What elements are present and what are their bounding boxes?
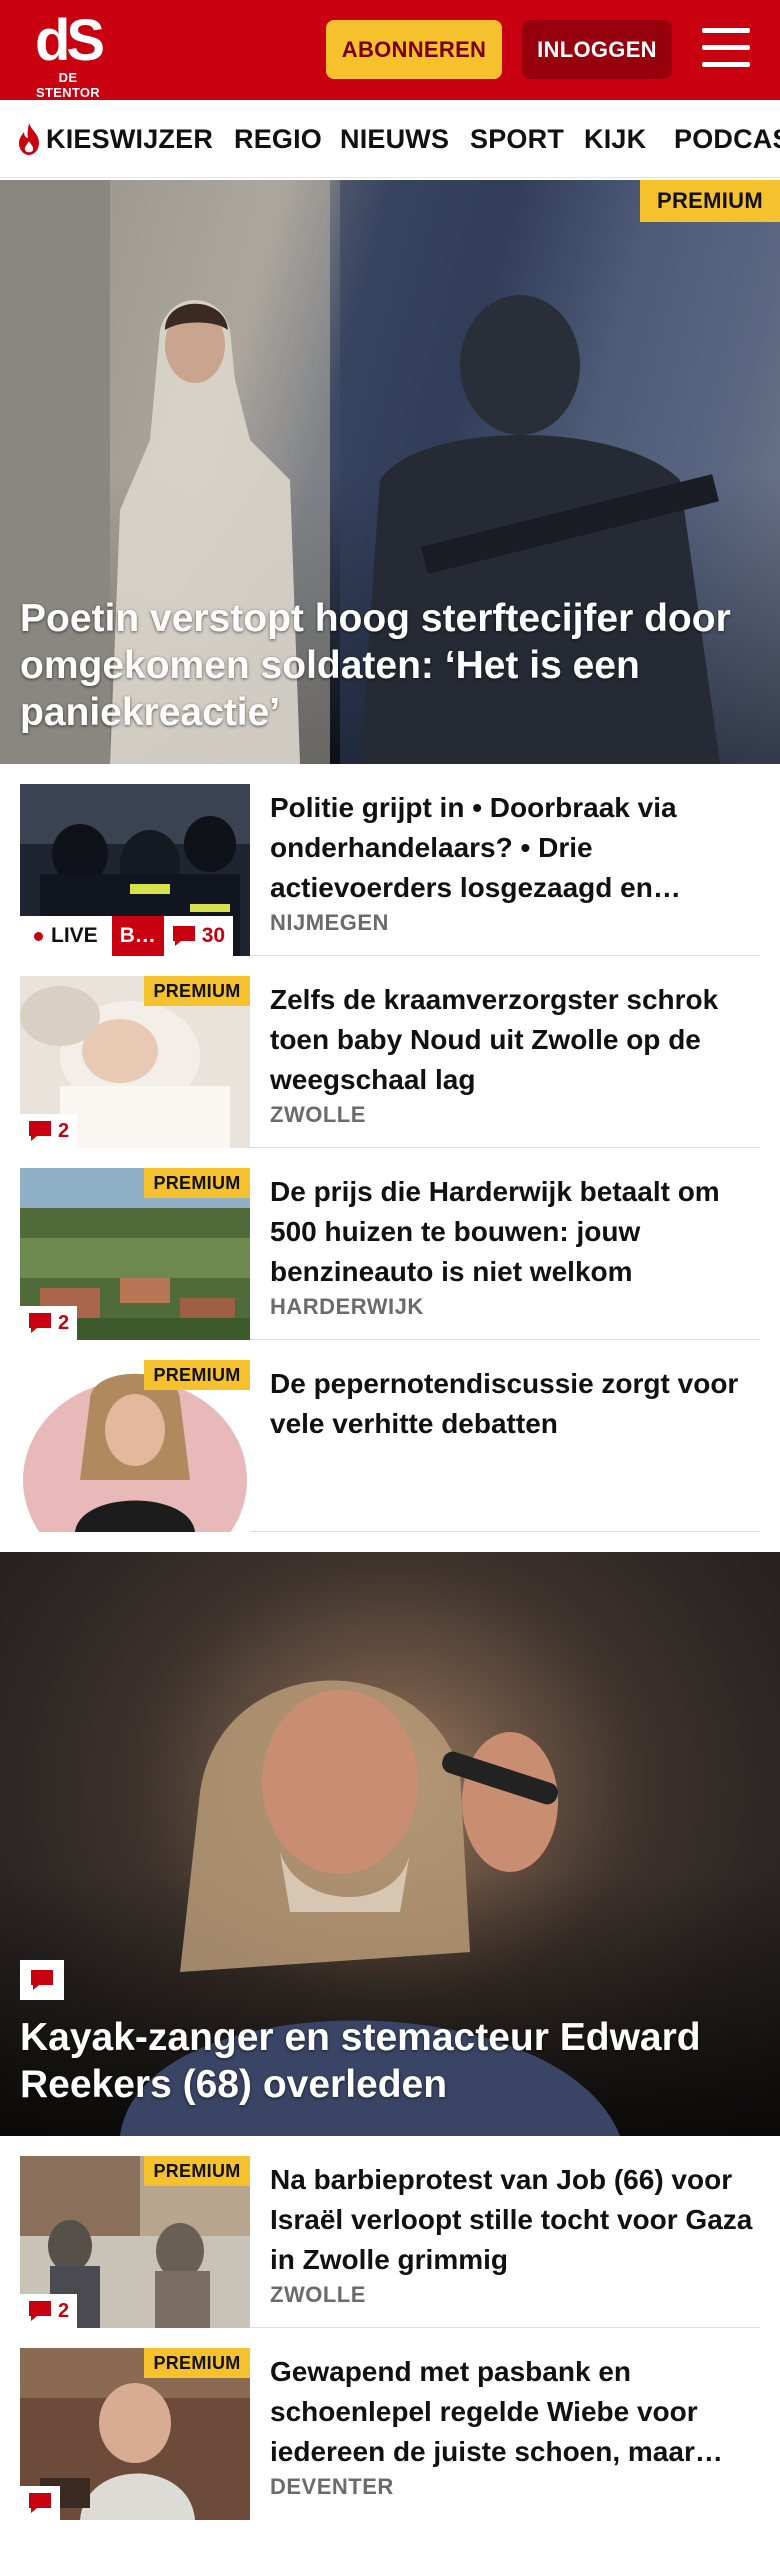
list-item[interactable]: PREMIUM De pepernotendiscussie zorgt voo…: [20, 1360, 760, 1532]
nav-label: NIEUWS: [340, 123, 450, 154]
list-item[interactable]: PREMIUM Gewapend met pasbank en schoenle…: [20, 2348, 760, 2520]
article-title[interactable]: De pepernotendiscussie zorgt voor vele v…: [270, 1364, 760, 1444]
nav-label: SPORT: [470, 123, 565, 154]
article-location: NIJMEGEN: [270, 910, 389, 935]
comment-count-value: 2: [58, 1311, 70, 1334]
nav-item-kieswijzer[interactable]: KIESWIJZER: [16, 100, 214, 177]
feature-article[interactable]: Kayak-zanger en stemacteur Edward Reeker…: [0, 1552, 780, 2136]
hero-title[interactable]: Poetin verstopt hoog sterftecijfer door …: [20, 595, 765, 736]
comment-icon: [29, 2493, 51, 2513]
article-location: ZWOLLE: [270, 2282, 366, 2307]
comment-icon: [172, 926, 195, 946]
list-item[interactable]: LIVE B… 30 Politie grijpt in • Doorbraak…: [20, 784, 760, 956]
hero-article[interactable]: PREMIUM Poetin verstopt hoog sterftecijf…: [0, 180, 780, 764]
nav-item-nieuws[interactable]: NIEUWS: [340, 100, 450, 177]
article-title[interactable]: Na barbieprotest van Job (66) voor Israë…: [270, 2160, 760, 2280]
section-nav: KIESWIJZER REGIO NIEUWS SPORT KIJK PODCA…: [0, 100, 780, 178]
list-item[interactable]: PREMIUM 2 Na barbieprotest van Job (66) …: [20, 2156, 760, 2328]
article-thumbnail: PREMIUM 2: [20, 1168, 250, 1340]
nav-label: KIJK: [584, 123, 647, 154]
comment-count: 2: [20, 1306, 78, 1340]
list-item[interactable]: PREMIUM 2 De prijs die Harderwijk betaal…: [20, 1168, 760, 1340]
live-dot-icon: [34, 931, 43, 941]
live-text: LIVE: [51, 924, 98, 947]
flame-icon: [19, 123, 39, 155]
article-title[interactable]: Gewapend met pasbank en schoenlepel rege…: [270, 2352, 760, 2472]
comment-bubble: [31, 1970, 53, 1990]
comment-icon: [29, 1121, 51, 1141]
comment-count-value: 30: [201, 924, 226, 947]
comment-count: 2: [20, 1114, 78, 1148]
article-location: ZWOLLE: [270, 1102, 366, 1127]
comment-icon: [29, 1313, 51, 1333]
feature-title[interactable]: Kayak-zanger en stemacteur Edward Reeker…: [20, 2014, 765, 2108]
premium-badge: PREMIUM: [144, 2348, 250, 2378]
hamburger-menu-icon[interactable]: [698, 24, 754, 72]
comment-count: 2: [20, 2294, 78, 2328]
article-thumbnail: PREMIUM 2: [20, 2156, 250, 2328]
premium-badge: PREMIUM: [144, 1360, 250, 1390]
nav-label: KIESWIJZER: [46, 123, 214, 154]
article-title[interactable]: Zelfs de kraamverzorgster schrok toen ba…: [270, 980, 760, 1100]
nav-item-sport[interactable]: SPORT: [470, 100, 565, 177]
article-thumbnail: PREMIUM 2: [20, 976, 250, 1148]
nav-label: PODCAS: [674, 123, 780, 154]
premium-badge: PREMIUM: [144, 976, 250, 1006]
logo-mark: dS: [34, 8, 105, 73]
nav-item-kijk[interactable]: KIJK: [584, 100, 647, 177]
nav-item-podcast[interactable]: PODCAS: [674, 100, 780, 177]
live-label: LIVE: [20, 924, 112, 948]
premium-badge: PREMIUM: [640, 180, 780, 222]
premium-badge: PREMIUM: [144, 1168, 250, 1198]
article-location: DEVENTER: [270, 2474, 394, 2499]
article-thumbnail: PREMIUM: [20, 1360, 250, 1532]
live-tag: B…: [111, 916, 164, 956]
comment-count: [20, 2486, 60, 2520]
article-thumbnail: LIVE B… 30: [20, 784, 250, 956]
comment-count-value: 2: [58, 1119, 70, 1142]
article-thumbnail: PREMIUM: [20, 2348, 250, 2520]
logo-name: DE STENTOR: [36, 70, 100, 100]
article-title[interactable]: De prijs die Harderwijk betaalt om 500 h…: [270, 1172, 760, 1292]
article-location: HARDERWIJK: [270, 1294, 424, 1319]
premium-badge: PREMIUM: [144, 2156, 250, 2186]
subscribe-button[interactable]: ABONNEREN: [326, 20, 502, 79]
comment-icon: [20, 1960, 64, 2000]
live-indicator: LIVE B… 30: [20, 916, 234, 956]
list-item[interactable]: PREMIUM 2 Zelfs de kraamverzorgster schr…: [20, 976, 760, 1148]
article-title[interactable]: Politie grijpt in • Doorbraak via onderh…: [270, 788, 760, 908]
nav-label: REGIO: [234, 123, 323, 154]
site-header: dS DE STENTOR ABONNEREN INLOGGEN: [0, 0, 780, 100]
comment-icon: [29, 2301, 51, 2321]
login-button[interactable]: INLOGGEN: [522, 20, 672, 79]
comment-count: 30: [164, 924, 233, 948]
nav-item-regio[interactable]: REGIO: [234, 100, 323, 177]
site-logo[interactable]: dS DE STENTOR: [28, 8, 108, 101]
comment-count-value: 2: [58, 2299, 70, 2322]
